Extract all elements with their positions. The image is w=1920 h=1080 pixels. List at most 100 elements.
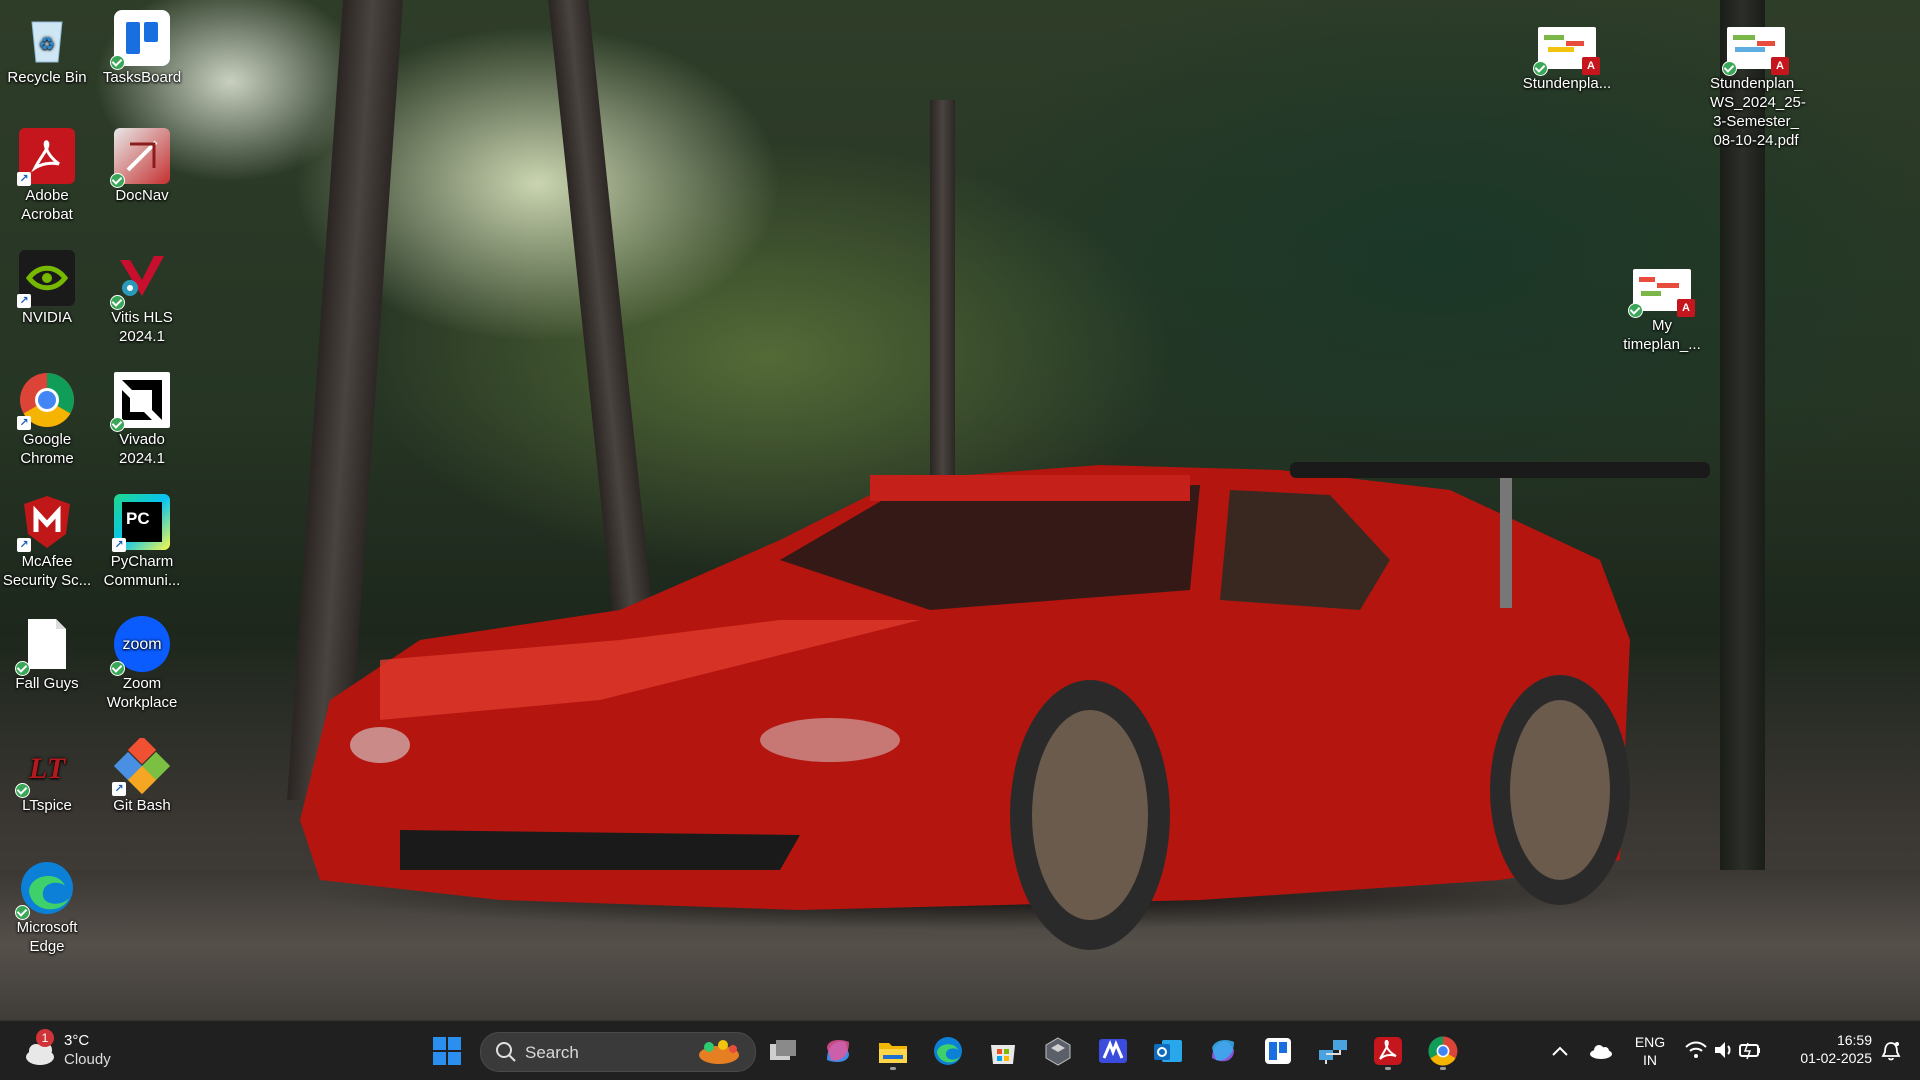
shortcut-arrow-icon: ↗ [17, 172, 31, 186]
hexagon-app-button[interactable] [1038, 1031, 1078, 1071]
shortcut-arrow-icon: ↗ [17, 294, 31, 308]
desktop-file-stundenplan-short[interactable]: A Stundenpla... [1521, 16, 1613, 93]
desktop-file-my-timeplan[interactable]: A My timeplan_... [1616, 258, 1708, 354]
desktop-icon-label: Zoom Workplace [106, 675, 178, 711]
desktop-icon-vivado[interactable]: Vivado 2024.1 [97, 372, 187, 468]
notifications-button[interactable] [1874, 1031, 1908, 1071]
pdf-file-icon: A [1722, 16, 1789, 76]
desktop-icon-docnav[interactable]: DocNav [97, 128, 187, 205]
weather-widget[interactable]: 1 3°C Cloudy [22, 1029, 142, 1073]
svg-text:♻: ♻ [39, 34, 55, 54]
shortcut-arrow-icon: ↗ [112, 538, 126, 552]
git-bash-icon: ↗ [112, 738, 170, 796]
desktop-icon-label: DocNav [115, 187, 169, 204]
desktop-icon-recycle-bin[interactable]: ♻ Recycle Bin [2, 10, 92, 87]
app-m-icon [1099, 1039, 1127, 1063]
windows-start-icon [433, 1037, 461, 1065]
svg-text:LT: LT [28, 752, 67, 785]
desktop-icon-adobe-acrobat[interactable]: ↗ Adobe Acrobat [2, 128, 92, 224]
search-box[interactable]: Search [480, 1032, 756, 1072]
acrobat-taskbar-button[interactable] [1368, 1031, 1408, 1071]
recycle-bin-icon: ♻ [19, 10, 75, 66]
volume-icon [1715, 1042, 1731, 1058]
desktop-icon-label: Adobe Acrobat [21, 187, 73, 223]
tasksboard-taskbar-button[interactable] [1258, 1031, 1298, 1071]
edge-icon [15, 860, 75, 920]
chrome-icon [1428, 1036, 1458, 1066]
notification-bell-icon [1881, 1042, 1901, 1061]
ltspice-icon: LT [15, 738, 75, 798]
tasksboard-icon [1265, 1038, 1291, 1064]
vitis-hls-icon [110, 250, 170, 310]
shortcut-arrow-icon: ↗ [112, 782, 126, 796]
copilot-button[interactable] [818, 1031, 858, 1071]
onedrive-button[interactable] [1584, 1031, 1618, 1071]
docnav-icon [110, 128, 170, 188]
copilot-icon [827, 1040, 849, 1062]
region-code: IN [1643, 1052, 1657, 1068]
edge-taskbar-button[interactable] [928, 1031, 968, 1071]
red-sports-car [300, 462, 1710, 950]
quick-settings-button[interactable] [1684, 1039, 1764, 1065]
sync-status-icon [1628, 303, 1643, 318]
start-button[interactable] [427, 1031, 467, 1071]
desktop-icon-label: McAfee Security Sc... [2, 553, 92, 589]
language-indicator[interactable]: ENG IN [1628, 1033, 1672, 1069]
chevron-up-icon [1552, 1046, 1568, 1056]
outlook-button[interactable] [1148, 1031, 1188, 1071]
desktop-icon-label: My timeplan_... [1623, 317, 1701, 353]
running-indicator [1440, 1067, 1446, 1070]
sync-status-icon [15, 661, 30, 676]
hexagon-app-icon [1045, 1037, 1071, 1066]
desktop-icon-ltspice[interactable]: LT LTspice [2, 738, 92, 815]
desktop-icon-label: PyCharm Communi... [103, 553, 181, 589]
notification-badge: 1 [36, 1029, 54, 1047]
language-code: ENG [1634, 1034, 1666, 1050]
desktop-icon-label: Git Bash [113, 797, 171, 814]
desktop-icon-label: NVIDIA [21, 309, 72, 326]
m365-button[interactable] [1203, 1031, 1243, 1071]
desktop-icon-nvidia[interactable]: ↗ NVIDIA [2, 250, 92, 327]
onedrive-cloud-icon [1590, 1045, 1612, 1059]
store-button[interactable] [983, 1031, 1023, 1071]
desktop-icon-label: Fall Guys [15, 675, 79, 692]
desktop-icon-label: LTspice [22, 797, 72, 814]
desktop-icon-microsoft-edge[interactable]: Microsoft Edge [2, 860, 92, 956]
remote-desktop-button[interactable] [1313, 1031, 1353, 1071]
desktop-icon-pycharm[interactable]: PC ↗ PyCharm Communi... [97, 494, 187, 590]
chrome-taskbar-button[interactable] [1423, 1031, 1463, 1071]
desktop-icon-label: Stundenpla... [1522, 75, 1612, 92]
clock[interactable]: 16:59 01-02-2025 [1778, 1031, 1872, 1067]
desktop-icon-mcafee[interactable]: ↗ McAfee Security Sc... [2, 494, 92, 590]
desktop-icon-tasksboard[interactable]: TasksBoard [97, 10, 187, 87]
desktop-icon-google-chrome[interactable]: ↗ Google Chrome [2, 372, 92, 468]
wifi-icon [1685, 1041, 1707, 1058]
adobe-acrobat-icon [1374, 1037, 1402, 1065]
weather-temperature: 3°C [64, 1032, 90, 1049]
vscode-like-button[interactable] [1093, 1031, 1133, 1071]
task-view-button[interactable] [763, 1031, 803, 1071]
file-document-icon [15, 616, 75, 676]
desktop-wallpaper [0, 0, 1920, 1020]
desktop-icon-label: Stundenplan_ WS_2024_25- 3-Semester_ 08-… [1710, 75, 1806, 149]
sync-status-icon [110, 417, 125, 432]
sync-status-icon [15, 905, 30, 920]
desktop-icon-vitis-hls[interactable]: Vitis HLS 2024.1 [97, 250, 187, 346]
adobe-pdf-badge-icon: A [1771, 57, 1789, 75]
pycharm-glyph: PC [122, 502, 162, 542]
task-view-icon [770, 1040, 796, 1060]
vivado-amd-icon [110, 372, 170, 432]
sync-status-icon [1533, 61, 1548, 76]
desktop-file-stundenplan-full[interactable]: A Stundenplan_ WS_2024_25- 3-Semester_ 0… [1710, 16, 1806, 150]
desktop-icon-zoom[interactable]: zoom Zoom Workplace [97, 616, 187, 712]
desktop-icon-label: Vitis HLS 2024.1 [111, 309, 173, 345]
desktop-icon-fall-guys[interactable]: Fall Guys [2, 616, 92, 693]
sync-status-icon [1722, 61, 1737, 76]
show-hidden-icons-button[interactable] [1543, 1031, 1577, 1071]
zoom-glyph: zoom [122, 635, 162, 653]
file-explorer-button[interactable] [873, 1031, 913, 1071]
desktop-icon-git-bash[interactable]: ↗ Git Bash [97, 738, 187, 815]
sync-status-icon [15, 783, 30, 798]
mcafee-shield-icon: ↗ [17, 494, 75, 552]
chrome-icon: ↗ [17, 372, 75, 430]
